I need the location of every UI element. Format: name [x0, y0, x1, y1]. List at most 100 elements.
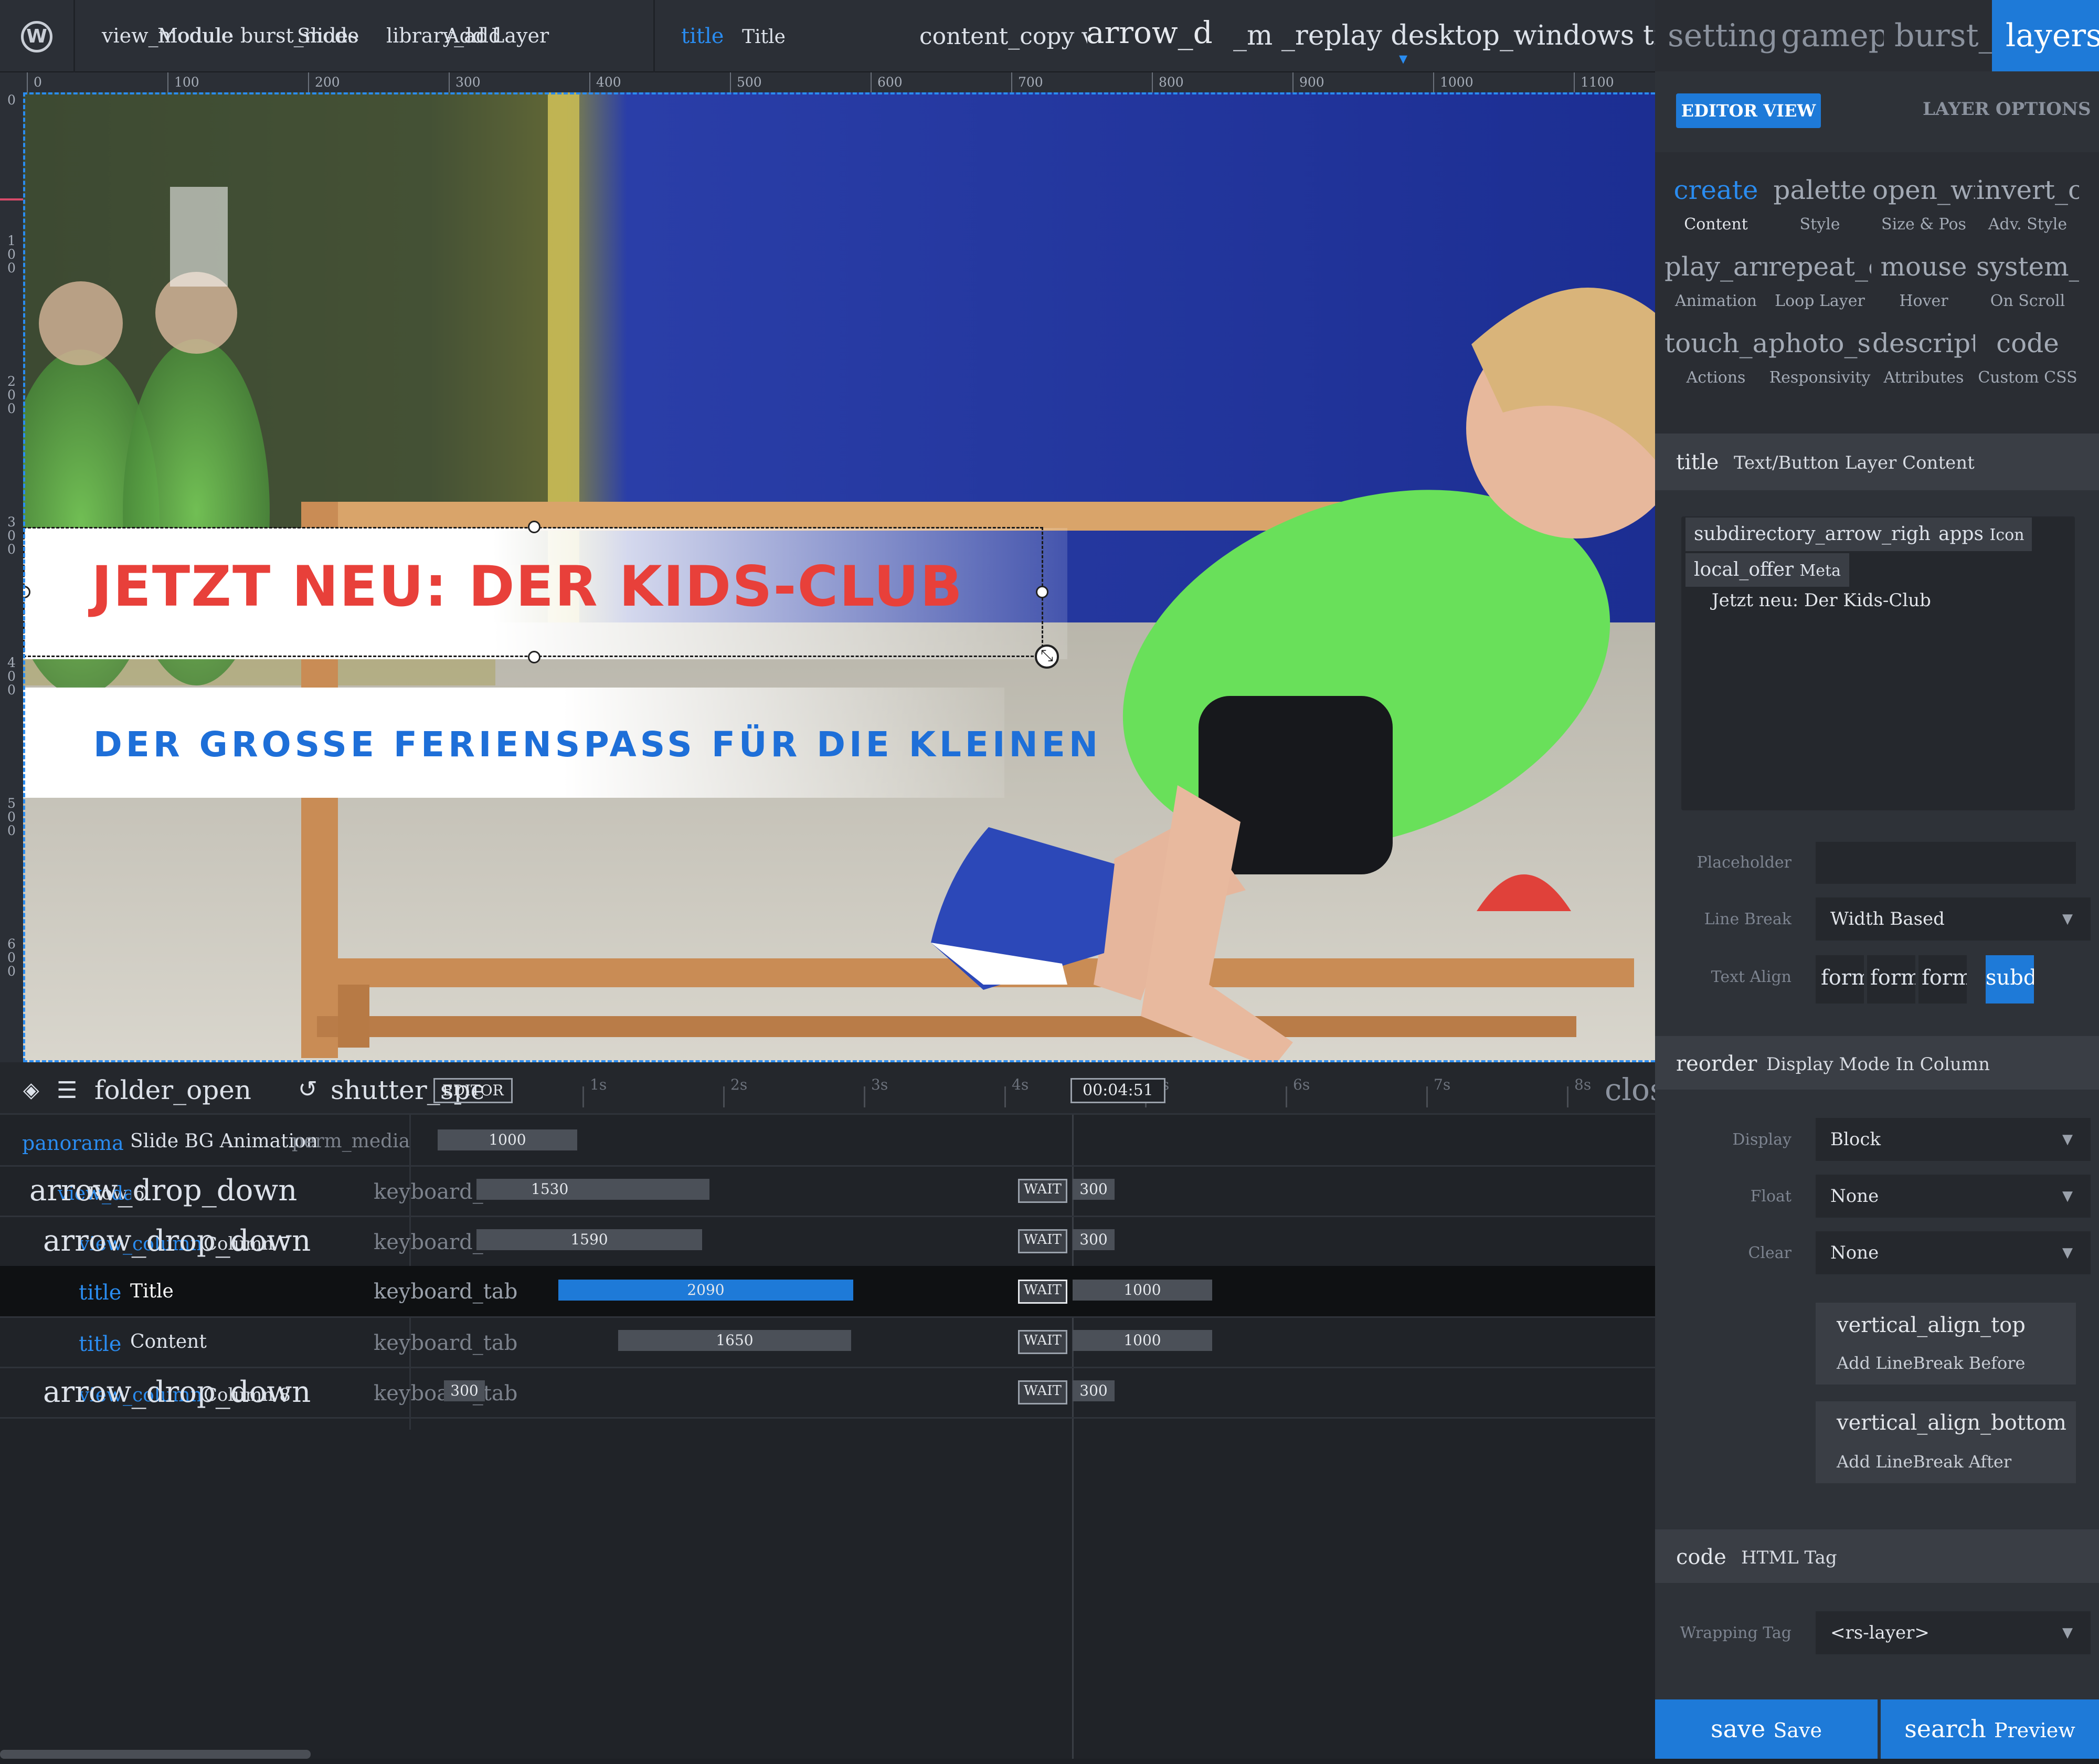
layer-options-toggle[interactable]: LAYER OPTIONS [1923, 99, 2091, 120]
wrapping-tag-select[interactable]: <rs-layer> ▼ [1816, 1611, 2091, 1654]
current-layer-indicator[interactable]: title Title [681, 24, 786, 48]
display-select[interactable]: Block ▼ [1816, 1118, 2091, 1161]
local-offer-icon: local_offer [1694, 559, 1794, 580]
preview-label: Preview [1994, 1719, 2075, 1742]
animation-bar[interactable]: 1590 [476, 1229, 702, 1250]
text-align-center-button[interactable]: format_align_center [1867, 955, 1915, 1004]
nav-custom-css[interactable]: code Custom CSS [1976, 328, 2079, 387]
nav-animation[interactable]: play_arrow Animation [1665, 251, 1767, 310]
nav-label: Style [1799, 215, 1840, 234]
view-tools[interactable]: _m _replay desktop_windows timeline inve… [1233, 20, 1655, 51]
nav-label: Animation [1675, 292, 1757, 310]
wait-badge[interactable]: WAIT [1018, 1380, 1067, 1404]
timeline-row-slide-bg[interactable]: panorama Slide BG Animation perm_media 1… [0, 1115, 1655, 1167]
editor-view-toggle[interactable]: EDITOR VIEW [1676, 93, 1821, 128]
display-section-header[interactable]: reorder Display Mode In Column [1655, 1036, 2099, 1090]
timeline-tick [1004, 1086, 1006, 1107]
save-button[interactable]: save Save [1655, 1699, 1878, 1759]
layer-tools[interactable]: content_copy visibility arrow_drop_down [919, 23, 1087, 50]
line-break-select[interactable]: Width Based ▼ [1816, 897, 2091, 941]
content-section-header[interactable]: title Text/Button Layer Content [1655, 434, 2099, 490]
list-icon[interactable]: ☰ [57, 1077, 77, 1104]
timeline-tick-label: 3s [871, 1076, 888, 1093]
timeline-row-column8[interactable]: Column 8 view_column arrow_drop_down key… [0, 1367, 1655, 1419]
add-linebreak-after-button[interactable]: vertical_align_bottom Add LineBreak Afte… [1816, 1401, 2076, 1483]
nav-content[interactable]: create Content [1665, 174, 1767, 234]
placeholder-input[interactable] [1816, 842, 2076, 884]
wait-duration-bar[interactable]: 300 [1073, 1179, 1115, 1200]
timer-icon[interactable]: ↺ [298, 1076, 317, 1103]
timeline-tick-label: 6s [1293, 1076, 1310, 1093]
horizontal-scrollbar[interactable] [0, 1750, 311, 1759]
timeline-row-content[interactable]: title Content keyboard_tab 1650 WAIT 100… [0, 1316, 1655, 1368]
layer-text-content[interactable]: Jetzt neu: Der Kids-Club [1712, 590, 1931, 611]
tab-settings[interactable]: settings [1668, 0, 1775, 71]
chip-meta[interactable]: local_offer Meta [1685, 553, 1849, 587]
top-toolbar: W view_module Module burst_mode Slides l… [0, 0, 1655, 72]
animation-bar[interactable]: 1000 [438, 1129, 577, 1150]
chip-icon[interactable]: apps Icon [1931, 517, 2032, 551]
code-icon: code [1996, 328, 2059, 358]
timeline-row-column7[interactable]: Column 7 view_column arrow_drop_down key… [0, 1216, 1655, 1267]
timeline-row-row6[interactable]: Row 6 view_day arrow_drop_down keyboard_… [0, 1165, 1655, 1217]
wait-duration-bar[interactable]: 1000 [1073, 1330, 1212, 1351]
wait-badge[interactable]: WAIT [1018, 1229, 1067, 1253]
arrow-drop-down-icon[interactable]: arrow_drop_down [43, 1375, 311, 1409]
wait-badge[interactable]: WAIT [1018, 1179, 1067, 1203]
chip-meta-label: Meta [1799, 562, 1841, 580]
section-title: HTML Tag [1741, 1547, 1837, 1568]
nav-on-scroll[interactable]: system_update On Scroll [1976, 251, 2079, 310]
animation-bar[interactable]: 1650 [618, 1330, 851, 1351]
nav-adv-style[interactable]: invert_colors Adv. Style [1976, 174, 2079, 234]
wait-badge[interactable]: WAIT [1018, 1280, 1067, 1304]
nav-responsivity[interactable]: photo_size_select Responsivity [1768, 328, 1871, 387]
timeline-row-title-selected[interactable]: title Title keyboard_tab 2090 WAIT 1000 [0, 1266, 1655, 1318]
html-tag-section-header[interactable]: code HTML Tag [1655, 1529, 2099, 1583]
ruler-label: 500 [737, 75, 762, 90]
text-align-inherit-button[interactable]: subdirectory_arrow_right [1986, 955, 2034, 1004]
slide-canvas[interactable]: JETZT NEU: DER KIDS-CLUB ⤡ DER GROSSE FE… [23, 92, 1655, 1062]
dropdown-caret-icon[interactable]: ▾ [1399, 48, 1407, 68]
text-align-right-button[interactable]: format_align_right [1918, 955, 1967, 1004]
wait-duration-bar[interactable]: 1000 [1073, 1280, 1212, 1301]
nav-actions[interactable]: touch_app Actions [1665, 328, 1767, 387]
description-icon: description [1872, 328, 1975, 358]
close-timeline-icon[interactable]: close [1605, 1072, 1655, 1107]
wait-duration-bar[interactable]: 300 [1073, 1380, 1115, 1401]
tab-layers[interactable]: layers [1992, 0, 2099, 71]
text-editor[interactable]: subdirectory_arrow_right apps Icon local… [1681, 516, 2075, 810]
nav-style[interactable]: palette Style [1768, 174, 1871, 234]
wait-badge[interactable]: WAIT [1018, 1330, 1067, 1354]
editor-badge[interactable]: EDITOR [433, 1078, 513, 1103]
animation-bar[interactable]: 1530 [476, 1179, 709, 1200]
clear-select[interactable]: None ▼ [1816, 1231, 2091, 1274]
add-linebreak-before-label: Add LineBreak Before [1837, 1353, 2026, 1373]
slides-menu[interactable]: burst_mode Slides [240, 24, 359, 47]
nav-attributes[interactable]: description Attributes [1872, 328, 1975, 387]
nav-loop-layer[interactable]: repeat_one Loop Layer [1768, 251, 1871, 310]
wait-duration-bar[interactable]: 300 [1073, 1229, 1115, 1250]
text-align-left-button[interactable]: format_align_left [1816, 955, 1864, 1004]
folder-open-icon[interactable]: folder_open [94, 1075, 251, 1105]
module-menu[interactable]: view_module Module [102, 24, 234, 47]
palette-icon: palette [1773, 175, 1867, 205]
wordpress-logo-icon[interactable]: W [21, 21, 52, 52]
tab-burst-mode[interactable]: burst_mode [1894, 0, 1997, 71]
nav-hover[interactable]: mouse Hover [1872, 251, 1975, 310]
tab-gamepad[interactable]: gamepad [1781, 0, 1884, 71]
chip-subdirectory[interactable]: subdirectory_arrow_right [1685, 517, 1947, 551]
animation-bar[interactable]: 300 [444, 1380, 485, 1401]
float-select[interactable]: None ▼ [1816, 1175, 2091, 1218]
layers-icon[interactable]: ◈ [23, 1078, 39, 1102]
current-time-display[interactable]: 00:04:51 [1070, 1078, 1165, 1103]
format-align-right-icon: format_align_right [1922, 966, 1967, 990]
arrow-drop-down-icon[interactable]: arrow_drop_down [43, 1224, 311, 1258]
arrow-drop-down-icon[interactable]: arrow_drop_down [29, 1174, 297, 1208]
arrow-drop-down-icon[interactable]: arrow_d [1086, 15, 1233, 50]
preview-button[interactable]: search Preview [1881, 1699, 2099, 1759]
add-layer-menu[interactable]: library_add Add Layer [386, 24, 549, 47]
add-linebreak-before-button[interactable]: vertical_align_top Add LineBreak Before [1816, 1303, 2076, 1385]
section-title: Text/Button Layer Content [1734, 452, 1975, 473]
nav-size-pos[interactable]: open_with Size & Pos [1872, 174, 1975, 234]
animation-bar[interactable]: 2090 [558, 1280, 853, 1301]
